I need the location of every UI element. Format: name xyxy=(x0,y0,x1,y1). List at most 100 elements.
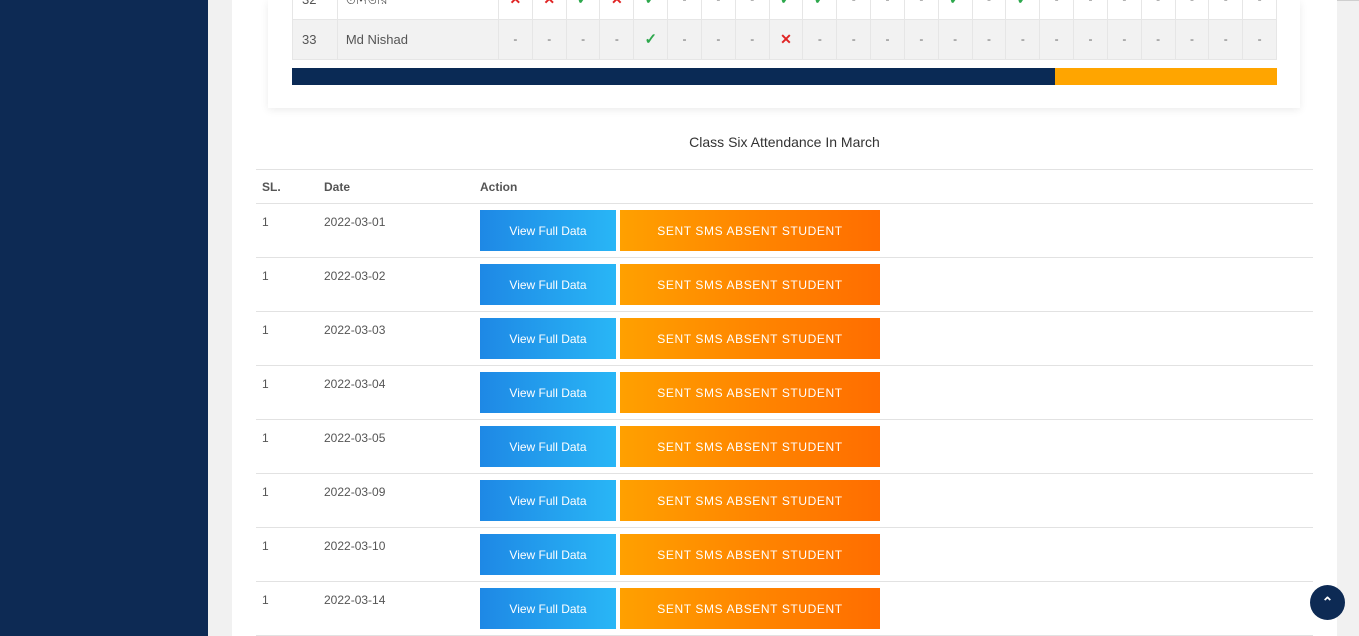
grid-cell: - xyxy=(905,0,939,19)
grid-cell: - xyxy=(973,20,1007,59)
grid-cell: - xyxy=(1040,20,1075,59)
header-sl: SL. xyxy=(262,180,281,194)
view-full-data-button[interactable]: View Full Data xyxy=(480,372,616,413)
grid-cell: - xyxy=(905,20,939,59)
view-full-data-button[interactable]: View Full Data xyxy=(480,588,616,629)
horizontal-scrollbar[interactable] xyxy=(292,68,1277,85)
grid-student-name: তানভীর xyxy=(338,0,499,19)
grid-cell: - xyxy=(1108,20,1142,59)
grid-cell: - xyxy=(668,0,702,19)
row-date: 2022-03-14 xyxy=(324,593,386,607)
grid-row: 32তানভীর✕✕✓✕✓---✓✓---✓-✓------- xyxy=(292,0,1277,20)
grid-cell: - xyxy=(702,20,736,59)
row-actions: View Full Data SENT SMS ABSENT STUDENT xyxy=(480,474,1313,527)
grid-cell: - xyxy=(736,20,770,59)
absent-icon: ✕ xyxy=(770,20,804,59)
grid-cell: - xyxy=(1176,20,1210,59)
absent-icon: ✕ xyxy=(600,0,635,19)
table-row: 1 2022-03-05 View Full Data SENT SMS ABSENT… xyxy=(256,420,1313,474)
present-icon: ✓ xyxy=(939,0,973,19)
row-sl: 1 xyxy=(262,485,269,499)
grid-cell: - xyxy=(939,20,973,59)
grid-cell: - xyxy=(1074,0,1108,19)
grid-cell: - xyxy=(1108,0,1142,19)
grid-cell: - xyxy=(702,0,736,19)
grid-cell: - xyxy=(871,20,905,59)
row-sl: 1 xyxy=(262,269,269,283)
send-sms-absent-button[interactable]: SENT SMS ABSENT STUDENT xyxy=(620,210,880,251)
grid-cell: - xyxy=(1074,20,1108,59)
header-date: Date xyxy=(324,180,351,194)
row-sl: 1 xyxy=(262,215,269,229)
row-actions: View Full Data SENT SMS ABSENT STUDENT xyxy=(480,528,1313,581)
scrollbar-thumb[interactable] xyxy=(292,68,1056,85)
absent-icon: ✕ xyxy=(499,0,533,19)
table-row: 1 2022-03-10 View Full Data SENT SMS ABSENT… xyxy=(256,528,1313,582)
row-sl: 1 xyxy=(262,593,269,607)
row-sl: 1 xyxy=(262,323,269,337)
send-sms-absent-button[interactable]: SENT SMS ABSENT STUDENT xyxy=(620,264,880,305)
chevron-up-icon: ⌃ xyxy=(1321,594,1334,610)
grid-cell: - xyxy=(1176,0,1210,19)
row-date: 2022-03-09 xyxy=(324,485,386,499)
row-date: 2022-03-02 xyxy=(324,269,386,283)
grid-cell: - xyxy=(567,20,601,59)
table-header: SL. Date Action xyxy=(256,169,1313,204)
grid-cell: - xyxy=(533,20,567,59)
send-sms-absent-button[interactable]: SENT SMS ABSENT STUDENT xyxy=(620,372,880,413)
send-sms-absent-button[interactable]: SENT SMS ABSENT STUDENT xyxy=(620,426,880,467)
sidebar xyxy=(0,0,208,636)
table-row: 1 2022-03-14 View Full Data SENT SMS ABSENT… xyxy=(256,582,1313,636)
present-icon: ✓ xyxy=(634,0,669,19)
row-date: 2022-03-03 xyxy=(324,323,386,337)
view-full-data-button[interactable]: View Full Data xyxy=(480,210,616,251)
row-sl: 1 xyxy=(262,539,269,553)
grid-cell: - xyxy=(837,0,872,19)
grid-student-name: Md Nishad xyxy=(338,20,499,59)
grid-cell: - xyxy=(600,20,635,59)
row-actions: View Full Data SENT SMS ABSENT STUDENT xyxy=(480,312,1313,365)
grid-cell: - xyxy=(1209,0,1244,19)
row-date: 2022-03-05 xyxy=(324,431,386,445)
scroll-to-top-button[interactable]: ⌃ xyxy=(1310,585,1345,620)
grid-cell: - xyxy=(1006,20,1041,59)
grid-cell: - xyxy=(1040,0,1075,19)
send-sms-absent-button[interactable]: SENT SMS ABSENT STUDENT xyxy=(620,480,880,521)
view-full-data-button[interactable]: View Full Data xyxy=(480,480,616,521)
table-row: 1 2022-03-04 View Full Data SENT SMS ABSENT… xyxy=(256,366,1313,420)
row-actions: View Full Data SENT SMS ABSENT STUDENT xyxy=(480,420,1313,473)
send-sms-absent-button[interactable]: SENT SMS ABSENT STUDENT xyxy=(620,588,880,629)
grid-cell: - xyxy=(1243,20,1277,59)
attendance-grid: 32তানভীর✕✕✓✕✓---✓✓---✓-✓-------33Md Nish… xyxy=(292,0,1277,60)
table-row: 1 2022-03-03 View Full Data SENT SMS ABSENT… xyxy=(256,312,1313,366)
grid-cell: - xyxy=(1142,20,1176,59)
grid-cell: - xyxy=(837,20,872,59)
view-full-data-button[interactable]: View Full Data xyxy=(480,264,616,305)
grid-cell: - xyxy=(668,20,702,59)
row-actions: View Full Data SENT SMS ABSENT STUDENT xyxy=(480,366,1313,419)
send-sms-absent-button[interactable]: SENT SMS ABSENT STUDENT xyxy=(620,534,880,575)
row-date: 2022-03-01 xyxy=(324,215,386,229)
row-date: 2022-03-04 xyxy=(324,377,386,391)
page-title: Class Six Attendance In March xyxy=(689,134,880,150)
grid-sl: 33 xyxy=(292,20,338,59)
row-actions: View Full Data SENT SMS ABSENT STUDENT xyxy=(480,204,1313,257)
present-icon: ✓ xyxy=(567,0,601,19)
table-row: 1 2022-03-02 View Full Data SENT SMS ABSENT… xyxy=(256,258,1313,312)
table-row: 1 2022-03-09 View Full Data SENT SMS ABSENT… xyxy=(256,474,1313,528)
present-icon: ✓ xyxy=(770,0,804,19)
grid-sl: 32 xyxy=(292,0,338,19)
view-full-data-button[interactable]: View Full Data xyxy=(480,426,616,467)
row-actions: View Full Data SENT SMS ABSENT STUDENT xyxy=(480,582,1313,635)
view-full-data-button[interactable]: View Full Data xyxy=(480,534,616,575)
present-icon: ✓ xyxy=(1006,0,1041,19)
row-sl: 1 xyxy=(262,431,269,445)
grid-cell: - xyxy=(1209,20,1244,59)
view-full-data-button[interactable]: View Full Data xyxy=(480,318,616,359)
grid-row: 33 Md Nishad - - - - ✓ - - - ✕ - - - - - - - - - - - - - - xyxy=(292,20,1277,60)
row-date: 2022-03-10 xyxy=(324,539,386,553)
header-action: Action xyxy=(480,180,518,194)
present-icon: ✓ xyxy=(634,20,669,59)
grid-cell: - xyxy=(803,20,838,59)
send-sms-absent-button[interactable]: SENT SMS ABSENT STUDENT xyxy=(620,318,880,359)
